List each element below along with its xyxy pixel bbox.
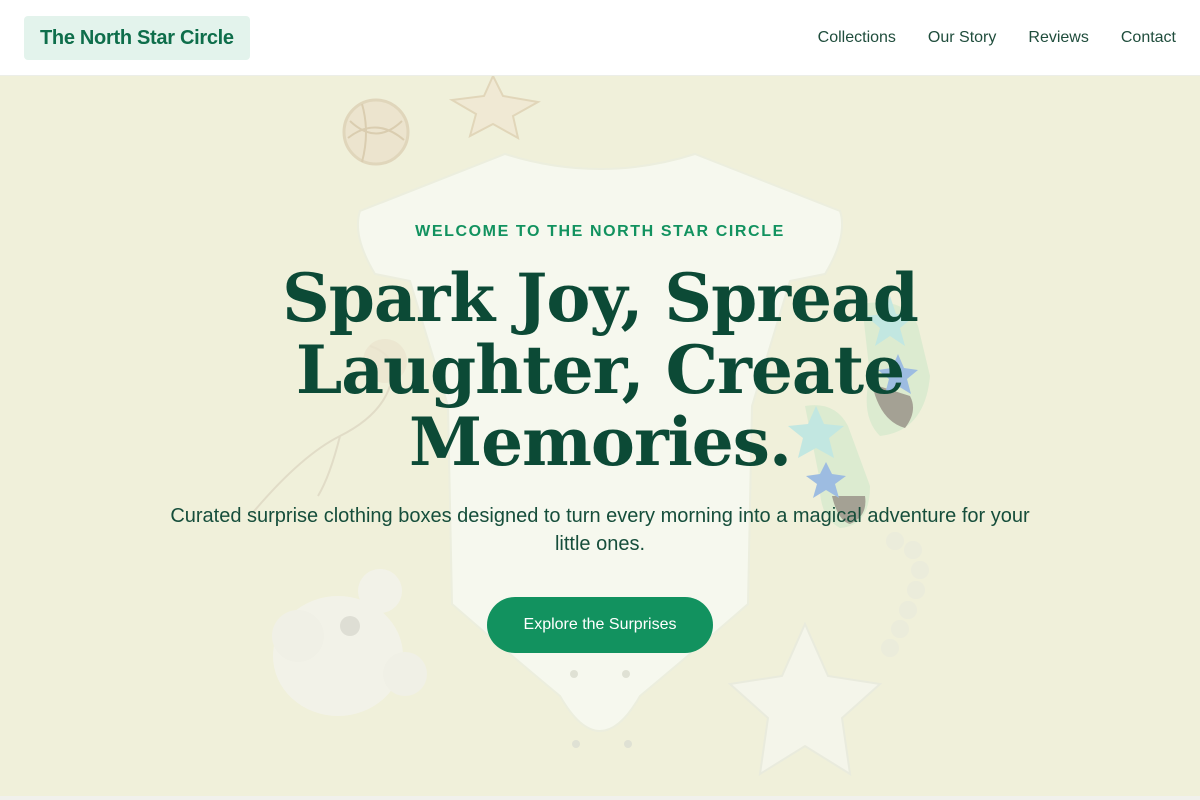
- main-nav: Collections Our Story Reviews Contact: [818, 29, 1176, 47]
- nav-collections[interactable]: Collections: [818, 29, 896, 47]
- nav-contact[interactable]: Contact: [1121, 29, 1176, 47]
- hero-content: WELCOME TO THE NORTH STAR CIRCLE Spark J…: [0, 76, 1200, 796]
- hero-section: WELCOME TO THE NORTH STAR CIRCLE Spark J…: [0, 76, 1200, 796]
- hero-headline: Spark Joy, Spread Laughter, Create Memor…: [282, 259, 919, 481]
- nav-reviews[interactable]: Reviews: [1028, 29, 1088, 47]
- explore-surprises-button[interactable]: Explore the Surprises: [487, 597, 713, 653]
- nav-our-story[interactable]: Our Story: [928, 29, 996, 47]
- hero-subhead: Curated surprise clothing boxes designed…: [170, 505, 1030, 555]
- brand-logo[interactable]: The North Star Circle: [24, 15, 250, 60]
- site-header: The North Star Circle Collections Our St…: [0, 0, 1200, 76]
- hero-eyebrow: WELCOME TO THE NORTH STAR CIRCLE: [415, 223, 785, 240]
- section-divider: [0, 796, 1200, 800]
